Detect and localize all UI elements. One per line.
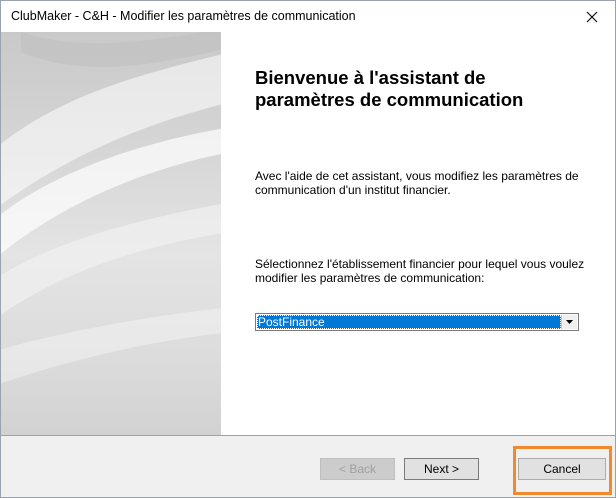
wizard-description: Avec l'aide de cet assistant, vous modif… xyxy=(255,169,579,197)
institution-dropdown-value: PostFinance xyxy=(257,315,561,329)
title-bar: ClubMaker - C&H - Modifier les paramètre… xyxy=(1,1,615,32)
wizard-side-image xyxy=(1,32,221,435)
wizard-dialog: ClubMaker - C&H - Modifier les paramètre… xyxy=(0,0,616,498)
wizard-content: Bienvenue à l'assistant de paramètres de… xyxy=(1,32,615,435)
back-button[interactable]: < Back xyxy=(320,458,395,480)
chevron-down-icon xyxy=(566,320,573,324)
window-title: ClubMaker - C&H - Modifier les paramètre… xyxy=(11,9,356,23)
wizard-heading: Bienvenue à l'assistant de paramètres de… xyxy=(255,67,524,110)
institution-dropdown[interactable]: PostFinance xyxy=(255,313,579,331)
close-button[interactable] xyxy=(569,1,615,32)
wizard-footer: < Back Next > Cancel xyxy=(1,435,615,497)
dropdown-arrow-button[interactable] xyxy=(561,315,577,329)
next-button[interactable]: Next > xyxy=(404,458,479,480)
institution-select-label: Sélectionnez l'établissement financier p… xyxy=(255,257,585,285)
cancel-highlight-box xyxy=(513,446,612,495)
close-icon xyxy=(586,11,598,22)
